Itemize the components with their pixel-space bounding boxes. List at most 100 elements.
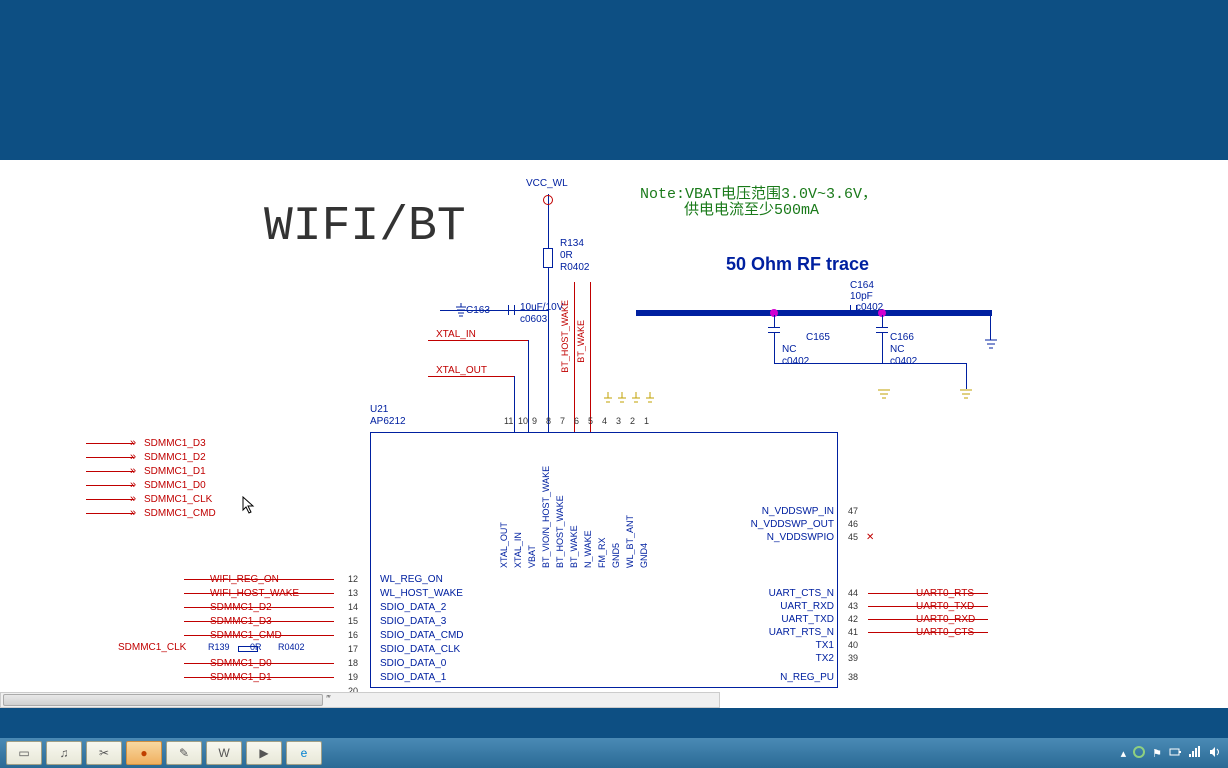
right-pin-num: 40 [848,640,858,650]
bus-marker: » [130,465,136,477]
clip-icon[interactable]: ✂ [86,741,122,765]
left-net-label: SDMMC1_D0 [210,658,272,669]
sd-bus-net: SDMMC1_D1 [144,466,206,477]
chip-right-pin-label: UART_RTS_N [748,627,834,638]
bt-host-wake-wire [574,282,575,432]
bt-wake-wire [590,282,591,432]
c163-plate2 [514,305,515,315]
xtal-out-label: XTAL_OUT [436,365,487,376]
r134-val: 0R [560,250,573,261]
n-reg-pu-label: N_REG_PU [768,672,834,683]
right-pin-num: 41 [848,627,858,637]
ie-icon[interactable]: e [286,741,322,765]
signal-icon[interactable] [1188,745,1202,762]
chip-left-pin-label: WL_HOST_WAKE [380,588,463,599]
video-icon[interactable]: ▶ [246,741,282,765]
c163-ref: C163 [466,305,490,316]
xtal-in-v [528,340,529,432]
sd-bus-net: SDMMC1_D2 [144,452,206,463]
right-pin-num: 44 [848,588,858,598]
power-icon[interactable] [1168,745,1182,762]
c164-gnd-stub [990,310,991,340]
sd-bus-wire [86,457,134,458]
c164-plate1 [850,305,851,315]
bus-marker: » [130,437,136,449]
gnd-wire-caps2 [882,363,966,364]
sd-bus-net: SDMMC1_CMD [144,508,216,519]
desktop-icon[interactable]: ▭ [6,741,42,765]
chip-left-pin-label: SDIO_DATA_1 [380,672,446,683]
bus-marker: » [130,451,136,463]
xtal-out-wire [428,376,514,377]
top-pin-label: GND4 [639,438,649,568]
sd-bus-wire [86,485,134,486]
c165-w1 [774,315,775,327]
music-icon[interactable]: ♫ [46,741,82,765]
sd-bus-wire [86,499,134,500]
top-pin-label: VBAT [527,438,537,568]
c166-w1 [882,315,883,327]
c165-fp: c0402 [782,356,809,367]
chip-right-pin-label: UART_TXD [748,614,834,625]
chip-right-pin-label: N_VDDSWPIO [720,532,834,543]
top-pin-num: 9 [532,416,537,426]
vcc-open-circle [543,195,553,205]
bus-marker: » [130,493,136,505]
rf-trace-label: 50 Ohm RF trace [726,254,869,275]
chip-left-pin-label: SDIO_DATA_0 [380,658,446,669]
left-pin-num: 15 [348,616,358,626]
top-pin-label: N_WAKE [583,438,593,568]
u21-ref: U21 [370,404,388,415]
gnd-wire-caps3 [966,363,967,389]
top-pin-num: 3 [616,416,621,426]
top-pin-label: BT_WAKE [569,438,579,568]
chip-right-pin-label: N_VDDSWP_IN [720,506,834,517]
c163-plate1 [508,305,509,315]
gnd-wire-caps [774,363,882,364]
horizontal-scrollbar[interactable]: ‴ [0,692,720,708]
taskbar[interactable]: ▭♫✂●✎W▶e ▴ ⚑ [0,738,1228,768]
volume-icon[interactable] [1208,745,1222,762]
mouse-cursor [242,496,256,514]
left-net-label: SDMMC1_D1 [210,672,272,683]
r139-body [238,646,258,652]
top-pin-num: 7 [560,416,565,426]
chip-left-pin-label: SDIO_DATA_CLK [380,644,460,655]
r134-wire-bot [548,268,549,432]
top-pin-label: FM_RX [597,438,607,568]
sd-bus-wire [86,443,134,444]
chip-left-pin-label: SDIO_DATA_CMD [380,630,464,641]
left-net-label: SDMMC1_D3 [210,616,272,627]
r139-clk-label: SDMMC1_CLK [118,642,186,653]
top-pin-num: 1 [644,416,649,426]
top-pin-label: GND5 [611,438,621,568]
left-net-label: WIFI_REG_ON [210,574,279,585]
right-pin-num: 45 [848,532,858,542]
r134-body [543,248,553,268]
top-pin-num: 11 [504,416,513,426]
top-pin-label: XTAL_OUT [499,438,509,568]
schematic-canvas[interactable]: WIFI/BT Note:VBAT电压范围3.0V~3.6V， 供电电流至少50… [0,160,1228,708]
gnd-caps-sym [876,388,892,409]
scrollbar-thumb[interactable] [3,694,323,706]
c165-p1 [768,327,780,328]
c164-ref: C164 [850,280,874,291]
right-pin-num: 43 [848,601,858,611]
top-pin-label: WL_BT_ANT [625,438,635,568]
uart-net-label: UART0_RXD [916,614,975,625]
c163-fp: c0603 [520,314,547,325]
c166-ref: C166 [890,332,914,343]
bus-marker: » [130,507,136,519]
note-line2: 供电电流至少500mA [684,198,819,219]
left-pin-num: 14 [348,602,358,612]
network-icon[interactable] [1132,745,1146,762]
orange-icon[interactable]: ● [126,741,162,765]
system-tray[interactable]: ▴ ⚑ [1121,745,1222,762]
note-icon[interactable]: ✎ [166,741,202,765]
chip-right-pin-label: TX1 [748,640,834,651]
w-icon[interactable]: W [206,741,242,765]
chip-right-pin-label: N_VDDSWP_OUT [720,519,834,530]
c165-val: NC [782,344,796,355]
flag-icon[interactable]: ⚑ [1152,747,1162,760]
chevron-up-icon[interactable]: ▴ [1121,747,1127,760]
